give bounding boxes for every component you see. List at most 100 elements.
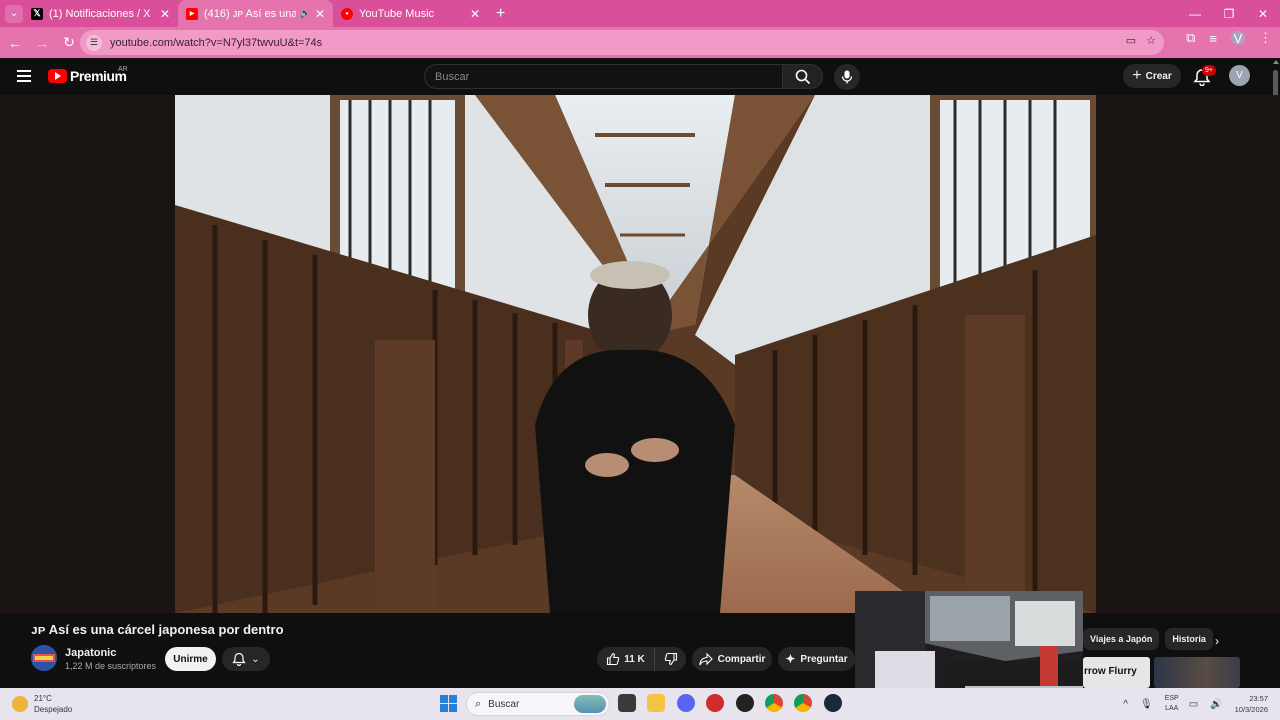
recommendation-chips: Viajes a Japón Historia [1083,628,1213,650]
obs-icon[interactable] [736,694,754,712]
chip-historia[interactable]: Historia [1165,628,1213,650]
channel-avatar[interactable] [31,645,57,671]
thumbs-down-icon [664,652,677,666]
bell-icon [232,652,246,666]
share-arrow-icon [699,652,713,666]
tab-title: (416) ᴊᴘ Así es una cárcel jap [204,7,296,20]
windows-start-icon[interactable] [440,695,457,712]
clock[interactable]: 23:57 10/3/2026 [1235,693,1268,715]
like-button[interactable]: 11 K [597,647,655,671]
chip-viajes-japon[interactable]: Viajes a Japón [1083,628,1160,650]
window-controls: — ❐ ✕ [1178,0,1280,27]
tab-close-icon[interactable]: ✕ [315,7,325,21]
thumbs-up-icon [607,652,620,666]
profile-avatar[interactable]: V [1231,31,1245,46]
video-thumbnail[interactable] [1154,657,1240,688]
microphone-icon [841,70,853,84]
channel-logo-icon [31,645,57,671]
clock-date: 10/3/2026 [1234,705,1268,714]
channel-name[interactable]: Japatonic [65,647,116,659]
chrome-active-icon[interactable] [794,694,812,712]
keyboard-layout: LAA [1165,705,1179,712]
taskbar-search[interactable]: ⌕ Buscar [466,692,610,716]
weather-desc: Despejado [34,705,73,714]
weather-temp: 21°C [34,694,52,703]
dislike-button[interactable] [655,652,686,666]
x-logo-icon: 𝕏 [31,7,43,20]
minimize-button[interactable]: — [1178,0,1212,27]
youtube-header: Premium AR + Crear 9+ V [0,58,1280,95]
tab-search-dropdown[interactable]: ⌄ [5,4,23,23]
microphone-icon[interactable]: 🎙 [1140,699,1153,710]
cast-icon[interactable]: ▭ [1126,34,1136,47]
share-button[interactable]: Compartir [692,647,772,671]
plus-icon: + [1132,67,1142,84]
forward-arrow-icon[interactable]: → [30,31,54,55]
video-title: ᴊᴘ Así es una cárcel japonesa por dentro [31,622,284,637]
tab-youtube-music[interactable]: ● YouTube Music ✕ [333,0,488,27]
browser-toolbar: ← → ↻ ☰ youtube.com/watch?v=N7yl37twvuU&… [0,27,1280,58]
restore-button[interactable]: ❐ [1212,0,1246,27]
youtube-logo-icon [48,69,67,83]
video-thumbnail[interactable]: rrow Flurry [1083,657,1150,688]
tab-youtube-video[interactable]: ▶ (416) ᴊᴘ Así es una cárcel jap 🔈 ✕ [178,0,333,27]
system-tray: ^ 🎙 ESP LAA ▭ 🔊 23:57 10/3/2026 [1123,688,1280,720]
ask-button[interactable]: ✦ Preguntar [778,647,855,671]
youtube-premium-logo[interactable]: Premium [48,68,127,84]
subscription-bell-button[interactable]: ⌄ [222,647,270,671]
account-avatar[interactable]: V [1229,65,1250,86]
search-icon: ⌕ [475,697,482,710]
taskbar-search-label: Buscar [488,698,520,710]
app-red-icon[interactable] [706,694,724,712]
search-box [424,64,782,89]
discord-icon[interactable] [677,694,695,712]
tab-close-icon[interactable]: ✕ [470,7,480,21]
chrome-icon[interactable] [765,694,783,712]
notifications-badge: 9+ [1202,65,1216,76]
scroll-up-arrow-icon[interactable] [1273,60,1279,64]
clock-time: 23:57 [1249,694,1268,703]
url-text[interactable]: youtube.com/watch?v=N7yl37twvuU&t=74s [110,37,322,49]
speaker-icon[interactable]: 🔈 [300,8,311,19]
tray-overflow-icon[interactable]: ^ [1123,699,1128,710]
menu-icon[interactable] [17,70,31,82]
join-button[interactable]: Unirme [165,647,216,671]
search-input[interactable] [425,65,782,88]
browser-menu-icon[interactable]: ⋮ [1259,30,1272,46]
site-info-icon[interactable]: ☰ [86,34,102,51]
task-view-icon[interactable] [618,694,636,712]
weather-widget[interactable]: 21°C Despejado [12,693,72,715]
browser-tab-strip: ⌄ 𝕏 (1) Notificaciones / X ✕ ▶ (416) ᴊᴘ … [0,0,1280,27]
chevron-right-icon[interactable]: › [1215,634,1219,648]
youtube-music-icon: ● [341,7,353,20]
windows-taskbar: 21°C Despejado ⌕ Buscar ^ 🎙 ESP LAA ▭ 🔊 … [0,688,1280,720]
tab-title: YouTube Music [359,7,435,20]
sparkle-icon: ✦ [785,652,796,666]
tab-title: (1) Notificaciones / X [49,7,151,20]
search-button[interactable] [782,64,823,89]
moon-icon [12,696,28,712]
tab-x-notifications[interactable]: 𝕏 (1) Notificaciones / X ✕ [23,0,178,27]
like-count: 11 K [624,653,645,665]
create-button[interactable]: + Crear [1123,64,1181,88]
video-player[interactable] [175,95,1096,613]
extensions-icon[interactable]: ⧉ [1186,30,1195,46]
youtube-favicon-icon: ▶ [186,7,198,20]
voice-search-button[interactable] [834,64,860,90]
language-indicator[interactable]: ESP LAA [1165,694,1179,714]
file-explorer-icon[interactable] [647,694,665,712]
tab-close-icon[interactable]: ✕ [160,7,170,21]
address-bar[interactable]: ☰ youtube.com/watch?v=N7yl37twvuU&t=74s … [80,30,1164,55]
steam-icon[interactable] [824,694,842,712]
close-window-button[interactable]: ✕ [1246,0,1280,27]
reload-icon[interactable]: ↻ [57,31,81,55]
display-icon[interactable]: ▭ [1189,699,1198,710]
bookmark-star-icon[interactable]: ☆ [1146,34,1156,47]
back-arrow-icon[interactable]: ← [3,31,27,55]
video-frame-prison-corridor [175,95,1096,613]
new-tab-button[interactable]: + [496,5,505,23]
media-control-icon[interactable]: ≡ [1209,31,1217,46]
volume-icon[interactable]: 🔊 [1210,699,1222,710]
like-dislike-group: 11 K [597,647,686,671]
search-icon [795,69,810,84]
